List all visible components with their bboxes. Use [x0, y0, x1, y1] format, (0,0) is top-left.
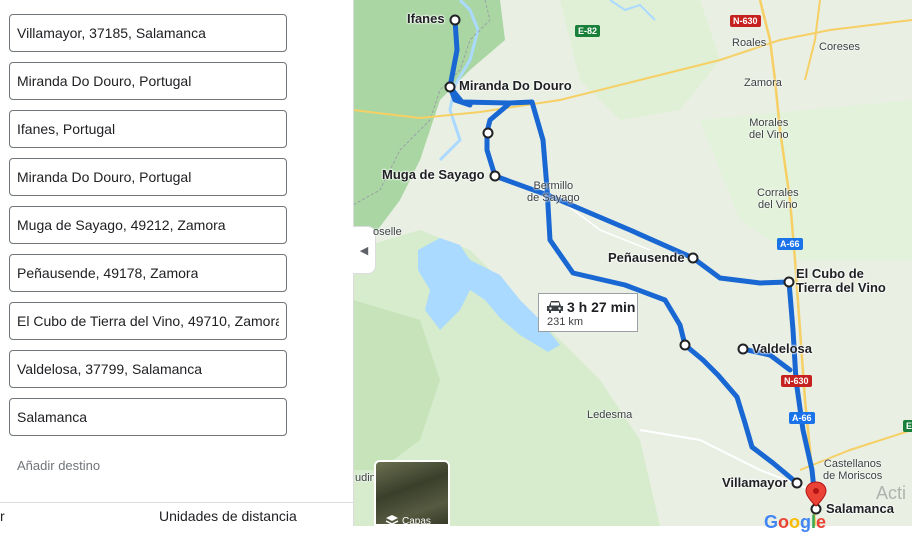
- map-label-line: del Vino: [758, 199, 798, 211]
- layers-label: Capas: [402, 516, 431, 526]
- stop-input-2[interactable]: Miranda Do Douro, Portugal: [9, 62, 287, 100]
- map-canvas[interactable]: Ifanes Miranda Do Douro Muga de Sayago B…: [353, 0, 912, 526]
- waypoint-route: [679, 339, 691, 351]
- stop-input-8[interactable]: Valdelosa, 37799, Salamanca: [9, 350, 287, 388]
- stop-text: Valdelosa, 37799, Salamanca: [17, 361, 202, 377]
- route-duration: 3 h 27 min: [567, 299, 636, 315]
- map-label-valdelosa: Valdelosa: [752, 341, 812, 356]
- stop-input-9[interactable]: Salamanca: [9, 398, 287, 436]
- stop-text: Miranda Do Douro, Portugal: [17, 73, 192, 89]
- map-label-line: del Vino: [749, 129, 789, 141]
- stop-text: Muga de Sayago, 49212, Zamora: [17, 217, 226, 233]
- map-label-coreses: Coreses: [819, 41, 860, 53]
- map-label-line: Morales: [749, 117, 789, 129]
- road-shield: N-630: [730, 15, 761, 27]
- map-label-cubo: El Cubo de Tierra del Vino: [796, 267, 886, 295]
- layers-button[interactable]: Capas: [374, 460, 450, 526]
- map-label-roales: Roales: [732, 37, 767, 49]
- map-label-line: Tierra del Vino: [796, 280, 886, 295]
- stop-input-4[interactable]: Miranda Do Douro, Portugal: [9, 158, 287, 196]
- waypoint-miranda: [444, 81, 456, 93]
- map-label-penausende: Peñausende: [608, 250, 685, 265]
- stop-input-7[interactable]: El Cubo de Tierra del Vino, 49710, Zamor…: [9, 302, 287, 340]
- directions-panel: Villamayor, 37185, Salamanca Miranda Do …: [0, 0, 354, 527]
- map-label-castellanos: Castellanos de Moriscos: [823, 458, 882, 482]
- map-label-salamanca: Salamanca: [826, 501, 894, 516]
- stop-text: Salamanca: [17, 409, 88, 425]
- map-label-corrales: Corrales del Vino: [757, 187, 799, 211]
- waypoint-extra: [482, 127, 494, 139]
- road-shield: E: [903, 420, 912, 432]
- map-label-line: Corrales: [757, 187, 799, 199]
- map-label-muga: Muga de Sayago: [382, 167, 485, 182]
- map-label-line: El Cubo de: [796, 266, 864, 281]
- waypoint-valdelosa: [737, 343, 749, 355]
- route-distance: 231 km: [547, 316, 584, 328]
- options-bar: r Unidades de distancia: [0, 502, 353, 527]
- map-label-fudin: udin: [355, 472, 376, 484]
- car-icon: [547, 301, 563, 313]
- map-label-ledesma: Ledesma: [587, 409, 633, 421]
- stop-text: El Cubo de Tierra del Vino, 49710, Zamor…: [17, 313, 279, 329]
- waypoint-penausende: [687, 252, 699, 264]
- waypoint-muga: [489, 170, 501, 182]
- waypoint-cubo: [783, 276, 795, 288]
- map-label-zamora: Zamora: [744, 77, 782, 89]
- stop-input-6[interactable]: Peñausende, 49178, Zamora: [9, 254, 287, 292]
- stop-input-1[interactable]: Villamayor, 37185, Salamanca: [9, 14, 287, 52]
- layers-icon: [385, 515, 399, 524]
- map-label-line: de Moriscos: [823, 470, 883, 482]
- map-label-line: Castellanos: [823, 458, 882, 470]
- chevron-left-icon: ◀: [359, 244, 369, 257]
- options-button-fragment[interactable]: r: [0, 508, 5, 524]
- route-summary-callout[interactable]: 3 h 27 min 231 km: [538, 293, 638, 332]
- google-logo: Google: [764, 512, 827, 532]
- waypoint-villamayor: [791, 477, 803, 489]
- stop-text: Miranda Do Douro, Portugal: [17, 169, 192, 185]
- add-destination-button[interactable]: Añadir destino: [17, 458, 100, 473]
- map-label-line: Bermillo: [533, 180, 574, 192]
- distance-units-button[interactable]: Unidades de distancia: [159, 508, 297, 524]
- map-label-ifanes: Ifanes: [407, 11, 445, 26]
- road-shield: E-82: [575, 25, 601, 37]
- stop-input-5[interactable]: Muga de Sayago, 49212, Zamora: [9, 206, 287, 244]
- stop-text: Ifanes, Portugal: [17, 121, 116, 137]
- map-label-morales: Morales del Vino: [749, 117, 789, 141]
- map-label-line: de Sayago: [527, 192, 580, 204]
- stop-text: Peñausende, 49178, Zamora: [17, 265, 199, 281]
- road-shield: A-66: [777, 238, 803, 250]
- road-shield: N-630: [781, 375, 812, 387]
- map-label-moselle: oselle: [373, 226, 402, 238]
- stop-text: Villamayor, 37185, Salamanca: [17, 25, 206, 41]
- map-label-bermillo: Bermillo de Sayago: [527, 180, 580, 204]
- activation-watermark: Acti: [876, 483, 907, 503]
- road-shield: A-66: [789, 412, 815, 424]
- stop-input-3[interactable]: Ifanes, Portugal: [9, 110, 287, 148]
- map-label-villamayor: Villamayor: [722, 475, 788, 490]
- waypoint-ifanes: [449, 14, 461, 26]
- map-label-miranda: Miranda Do Douro: [459, 78, 572, 93]
